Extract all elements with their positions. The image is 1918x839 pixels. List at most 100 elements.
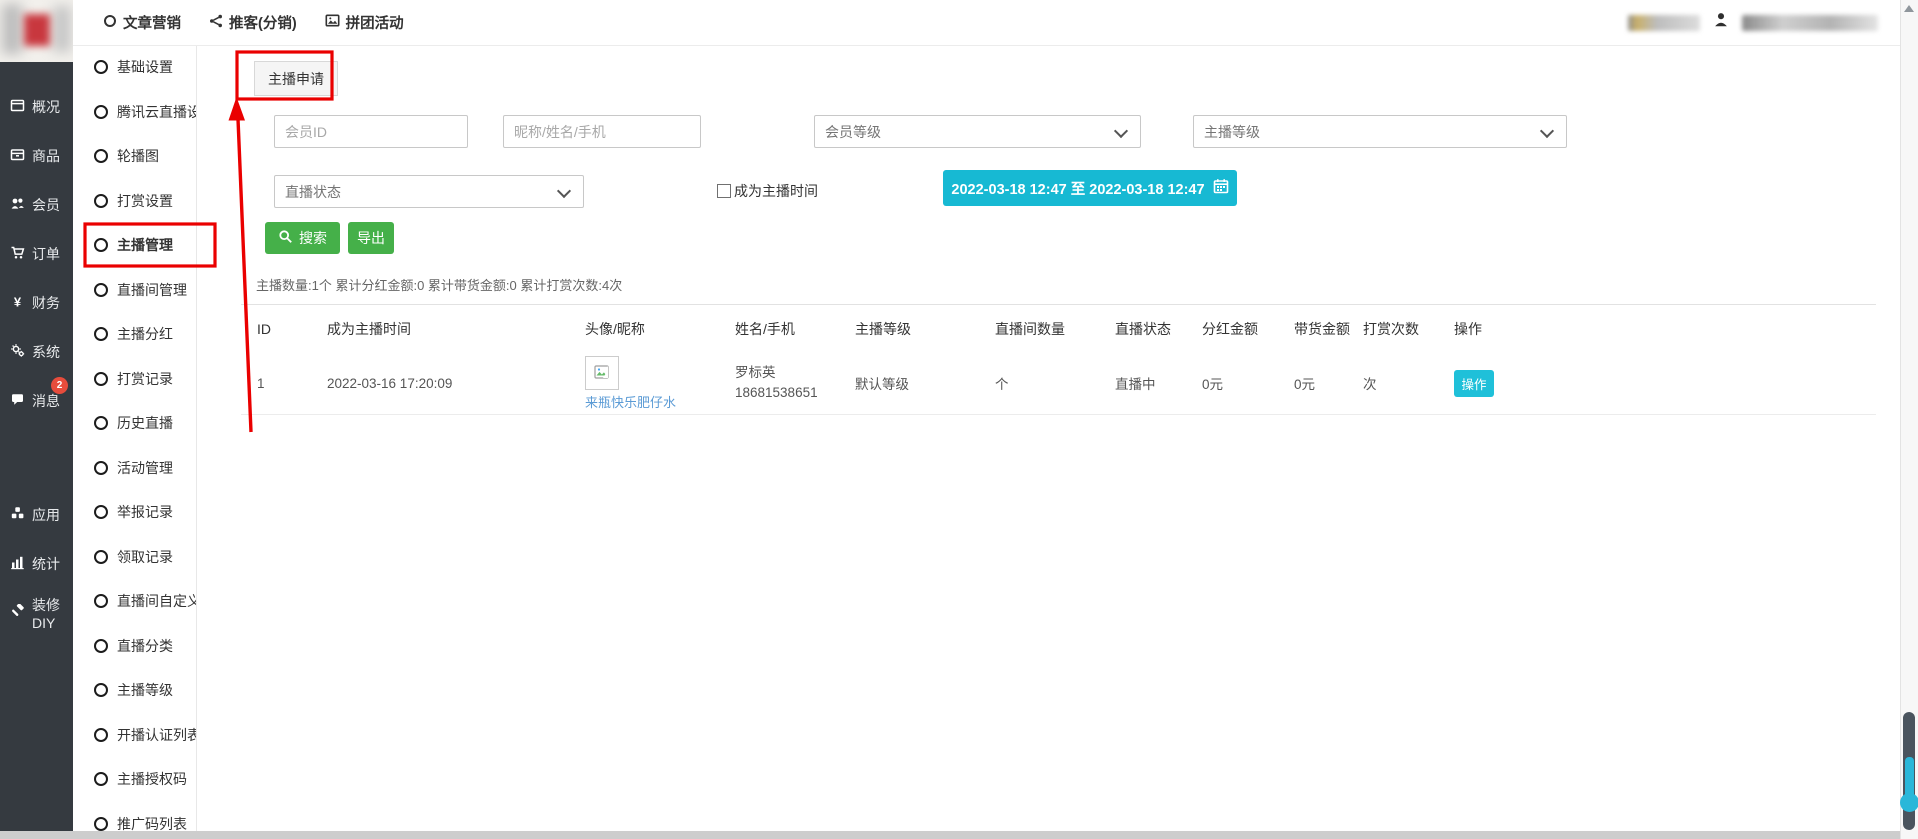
cell-reward-count: 次 bbox=[1363, 373, 1454, 393]
chevron-down-icon bbox=[1114, 124, 1128, 138]
sidebar-item-apps[interactable]: 应用 bbox=[0, 490, 73, 539]
table-row: 1 2022-03-16 17:20:09 来瓶快乐肥仔水 罗标英 186815… bbox=[241, 352, 1876, 415]
export-button[interactable]: 导出 bbox=[348, 222, 394, 254]
circle-bullet-icon bbox=[94, 149, 108, 163]
circle-bullet-icon bbox=[94, 728, 108, 742]
sidebar-item-messages[interactable]: 消息 2 bbox=[0, 376, 73, 425]
search-icon bbox=[278, 229, 293, 247]
cell-avatar-nickname: 来瓶快乐肥仔水 bbox=[585, 356, 735, 411]
circle-bullet-icon bbox=[94, 105, 108, 119]
member-level-select[interactable]: 会员等级 bbox=[814, 115, 1141, 148]
window-bottom-strip bbox=[0, 831, 1901, 839]
sidebar-item-label: 系统 bbox=[32, 342, 60, 362]
user-info-blurred[interactable] bbox=[1628, 0, 1878, 45]
circle-bullet-icon bbox=[94, 372, 108, 386]
top-bar: 文章营销 推客(分销) 拼团活动 bbox=[73, 0, 1918, 46]
sidebar-item-overview[interactable]: 概况 bbox=[0, 82, 73, 131]
checkbox-label: 成为主播时间 bbox=[734, 181, 818, 201]
col-header-goods-amount: 带货金额 bbox=[1294, 319, 1363, 339]
col-header-reward-count: 打赏次数 bbox=[1363, 319, 1454, 339]
tab-anchor-application[interactable]: 主播申请 bbox=[254, 61, 338, 96]
circle-bullet-icon bbox=[94, 194, 108, 208]
sidebar-item-statistics[interactable]: 统计 bbox=[0, 539, 73, 588]
anchor-name: 罗标英 bbox=[735, 363, 855, 383]
sidebar-item-history-live[interactable]: 历史直播 bbox=[73, 401, 196, 446]
sidebar-item-reward-settings[interactable]: 打赏设置 bbox=[73, 179, 196, 224]
logo-blur bbox=[53, 6, 71, 52]
calendar-icon bbox=[1213, 178, 1229, 198]
sidebar-item-anchor-levels[interactable]: 主播等级 bbox=[73, 668, 196, 713]
sidebar-item-system[interactable]: 系统 bbox=[0, 327, 73, 376]
cell-goods-amount: 0元 bbox=[1294, 373, 1363, 393]
sidebar-item-decorate-diy[interactable]: 装修DIY bbox=[0, 588, 73, 637]
col-header-name-phone: 姓名/手机 bbox=[735, 319, 855, 339]
main-content: 主播申请 会员等级 主播等级 直播状态 成为主播时间 2022-03-18 12… bbox=[197, 45, 1901, 839]
sidebar-item-activity-management[interactable]: 活动管理 bbox=[73, 446, 196, 491]
secondary-sidebar: 基础设置 腾讯云直播设置 轮播图 打赏设置 主播管理 直播间管理 主播分红 打赏… bbox=[73, 45, 197, 839]
sidebar-item-anchor-dividend[interactable]: 主播分红 bbox=[73, 312, 196, 357]
sidebar-item-anchor-auth-code[interactable]: 主播授权码 bbox=[73, 757, 196, 802]
live-status-select[interactable]: 直播状态 bbox=[274, 175, 584, 208]
sidebar-item-live-categories[interactable]: 直播分类 bbox=[73, 624, 196, 669]
image-icon bbox=[325, 13, 340, 32]
nickname-link[interactable]: 来瓶快乐肥仔水 bbox=[585, 392, 735, 411]
sidebar-item-claim-records[interactable]: 领取记录 bbox=[73, 535, 196, 580]
circle-bullet-icon bbox=[94, 238, 108, 252]
member-id-input[interactable] bbox=[274, 115, 468, 148]
sidebar-item-tencent-live-settings[interactable]: 腾讯云直播设置 bbox=[73, 90, 196, 135]
sidebar-item-orders[interactable]: 订单 bbox=[0, 229, 73, 278]
topnav-label: 推客(分销) bbox=[229, 12, 297, 33]
topnav-distribution[interactable]: 推客(分销) bbox=[209, 12, 297, 33]
live-status-value: 直播状态 bbox=[285, 182, 341, 202]
scrollbar[interactable] bbox=[1900, 0, 1918, 839]
sidebar-item-anchor-management[interactable]: 主播管理 bbox=[73, 223, 196, 268]
sidebar-item-finance[interactable]: ¥ 财务 bbox=[0, 278, 73, 327]
search-label: 搜索 bbox=[299, 228, 327, 248]
cell-anchor-level: 默认等级 bbox=[855, 373, 995, 393]
sidebar-item-label: 订单 bbox=[32, 244, 60, 264]
topnav-article-marketing[interactable]: 文章营销 bbox=[103, 12, 181, 33]
sidebar-item-live-auth-list[interactable]: 开播认证列表 bbox=[73, 713, 196, 758]
circle-bullet-icon bbox=[94, 550, 108, 564]
date-range-button[interactable]: 2022-03-18 12:47 至 2022-03-18 12:47 bbox=[943, 170, 1237, 206]
sidebar-item-report-records[interactable]: 举报记录 bbox=[73, 490, 196, 535]
topnav-label: 文章营销 bbox=[123, 12, 181, 33]
become-anchor-time-checkbox[interactable]: 成为主播时间 bbox=[717, 181, 818, 201]
sidebar-item-label: 财务 bbox=[32, 293, 60, 313]
logo-blur bbox=[2, 4, 22, 54]
cell-become-time: 2022-03-16 17:20:09 bbox=[327, 376, 585, 391]
sidebar-item-members[interactable]: 会员 bbox=[0, 180, 73, 229]
nickname-name-phone-input[interactable] bbox=[503, 115, 701, 148]
sidebar-item-live-room-management[interactable]: 直播间管理 bbox=[73, 268, 196, 313]
date-range-value: 2022-03-18 12:47 至 2022-03-18 12:47 bbox=[951, 178, 1204, 199]
overview-icon bbox=[10, 98, 25, 116]
col-header-become-time: 成为主播时间 bbox=[327, 319, 585, 339]
scroll-up-arrow-icon[interactable] bbox=[1904, 5, 1914, 12]
app-logo[interactable] bbox=[0, 0, 73, 62]
search-button[interactable]: 搜索 bbox=[265, 222, 340, 254]
table-header-row: ID 成为主播时间 头像/昵称 姓名/手机 主播等级 直播间数量 直播状态 分红… bbox=[241, 305, 1876, 352]
row-action-button[interactable]: 操作 bbox=[1454, 370, 1494, 397]
circle-bullet-icon bbox=[94, 283, 108, 297]
sidebar-item-label: 概况 bbox=[32, 97, 60, 117]
blurred-text-block bbox=[1742, 15, 1878, 31]
primary-sidebar: 概况 商品 会员 订单 ¥ 财务 系统 bbox=[0, 0, 73, 839]
sidebar-item-carousel[interactable]: 轮播图 bbox=[73, 134, 196, 179]
blurred-text-block bbox=[1628, 15, 1700, 31]
topnav-label: 拼团活动 bbox=[346, 12, 404, 33]
anchor-level-select[interactable]: 主播等级 bbox=[1193, 115, 1567, 148]
primary-sidebar-top-group: 概况 商品 会员 订单 ¥ 财务 系统 bbox=[0, 82, 73, 425]
sidebar-item-live-room-custom[interactable]: 直播间自定义 bbox=[73, 579, 196, 624]
sidebar-item-reward-records[interactable]: 打赏记录 bbox=[73, 357, 196, 402]
checkbox-icon[interactable] bbox=[717, 184, 731, 198]
circle-bullet-icon bbox=[94, 817, 108, 831]
cell-room-count: 个 bbox=[995, 373, 1115, 393]
yen-icon: ¥ bbox=[10, 294, 25, 312]
topnav-group-buy[interactable]: 拼团活动 bbox=[325, 12, 404, 33]
sidebar-item-label: 会员 bbox=[32, 195, 60, 215]
gears-icon bbox=[10, 343, 25, 361]
goods-icon bbox=[10, 147, 25, 165]
sidebar-item-goods[interactable]: 商品 bbox=[0, 131, 73, 180]
chevron-down-icon bbox=[557, 184, 571, 198]
sidebar-item-basic-settings[interactable]: 基础设置 bbox=[73, 45, 196, 90]
